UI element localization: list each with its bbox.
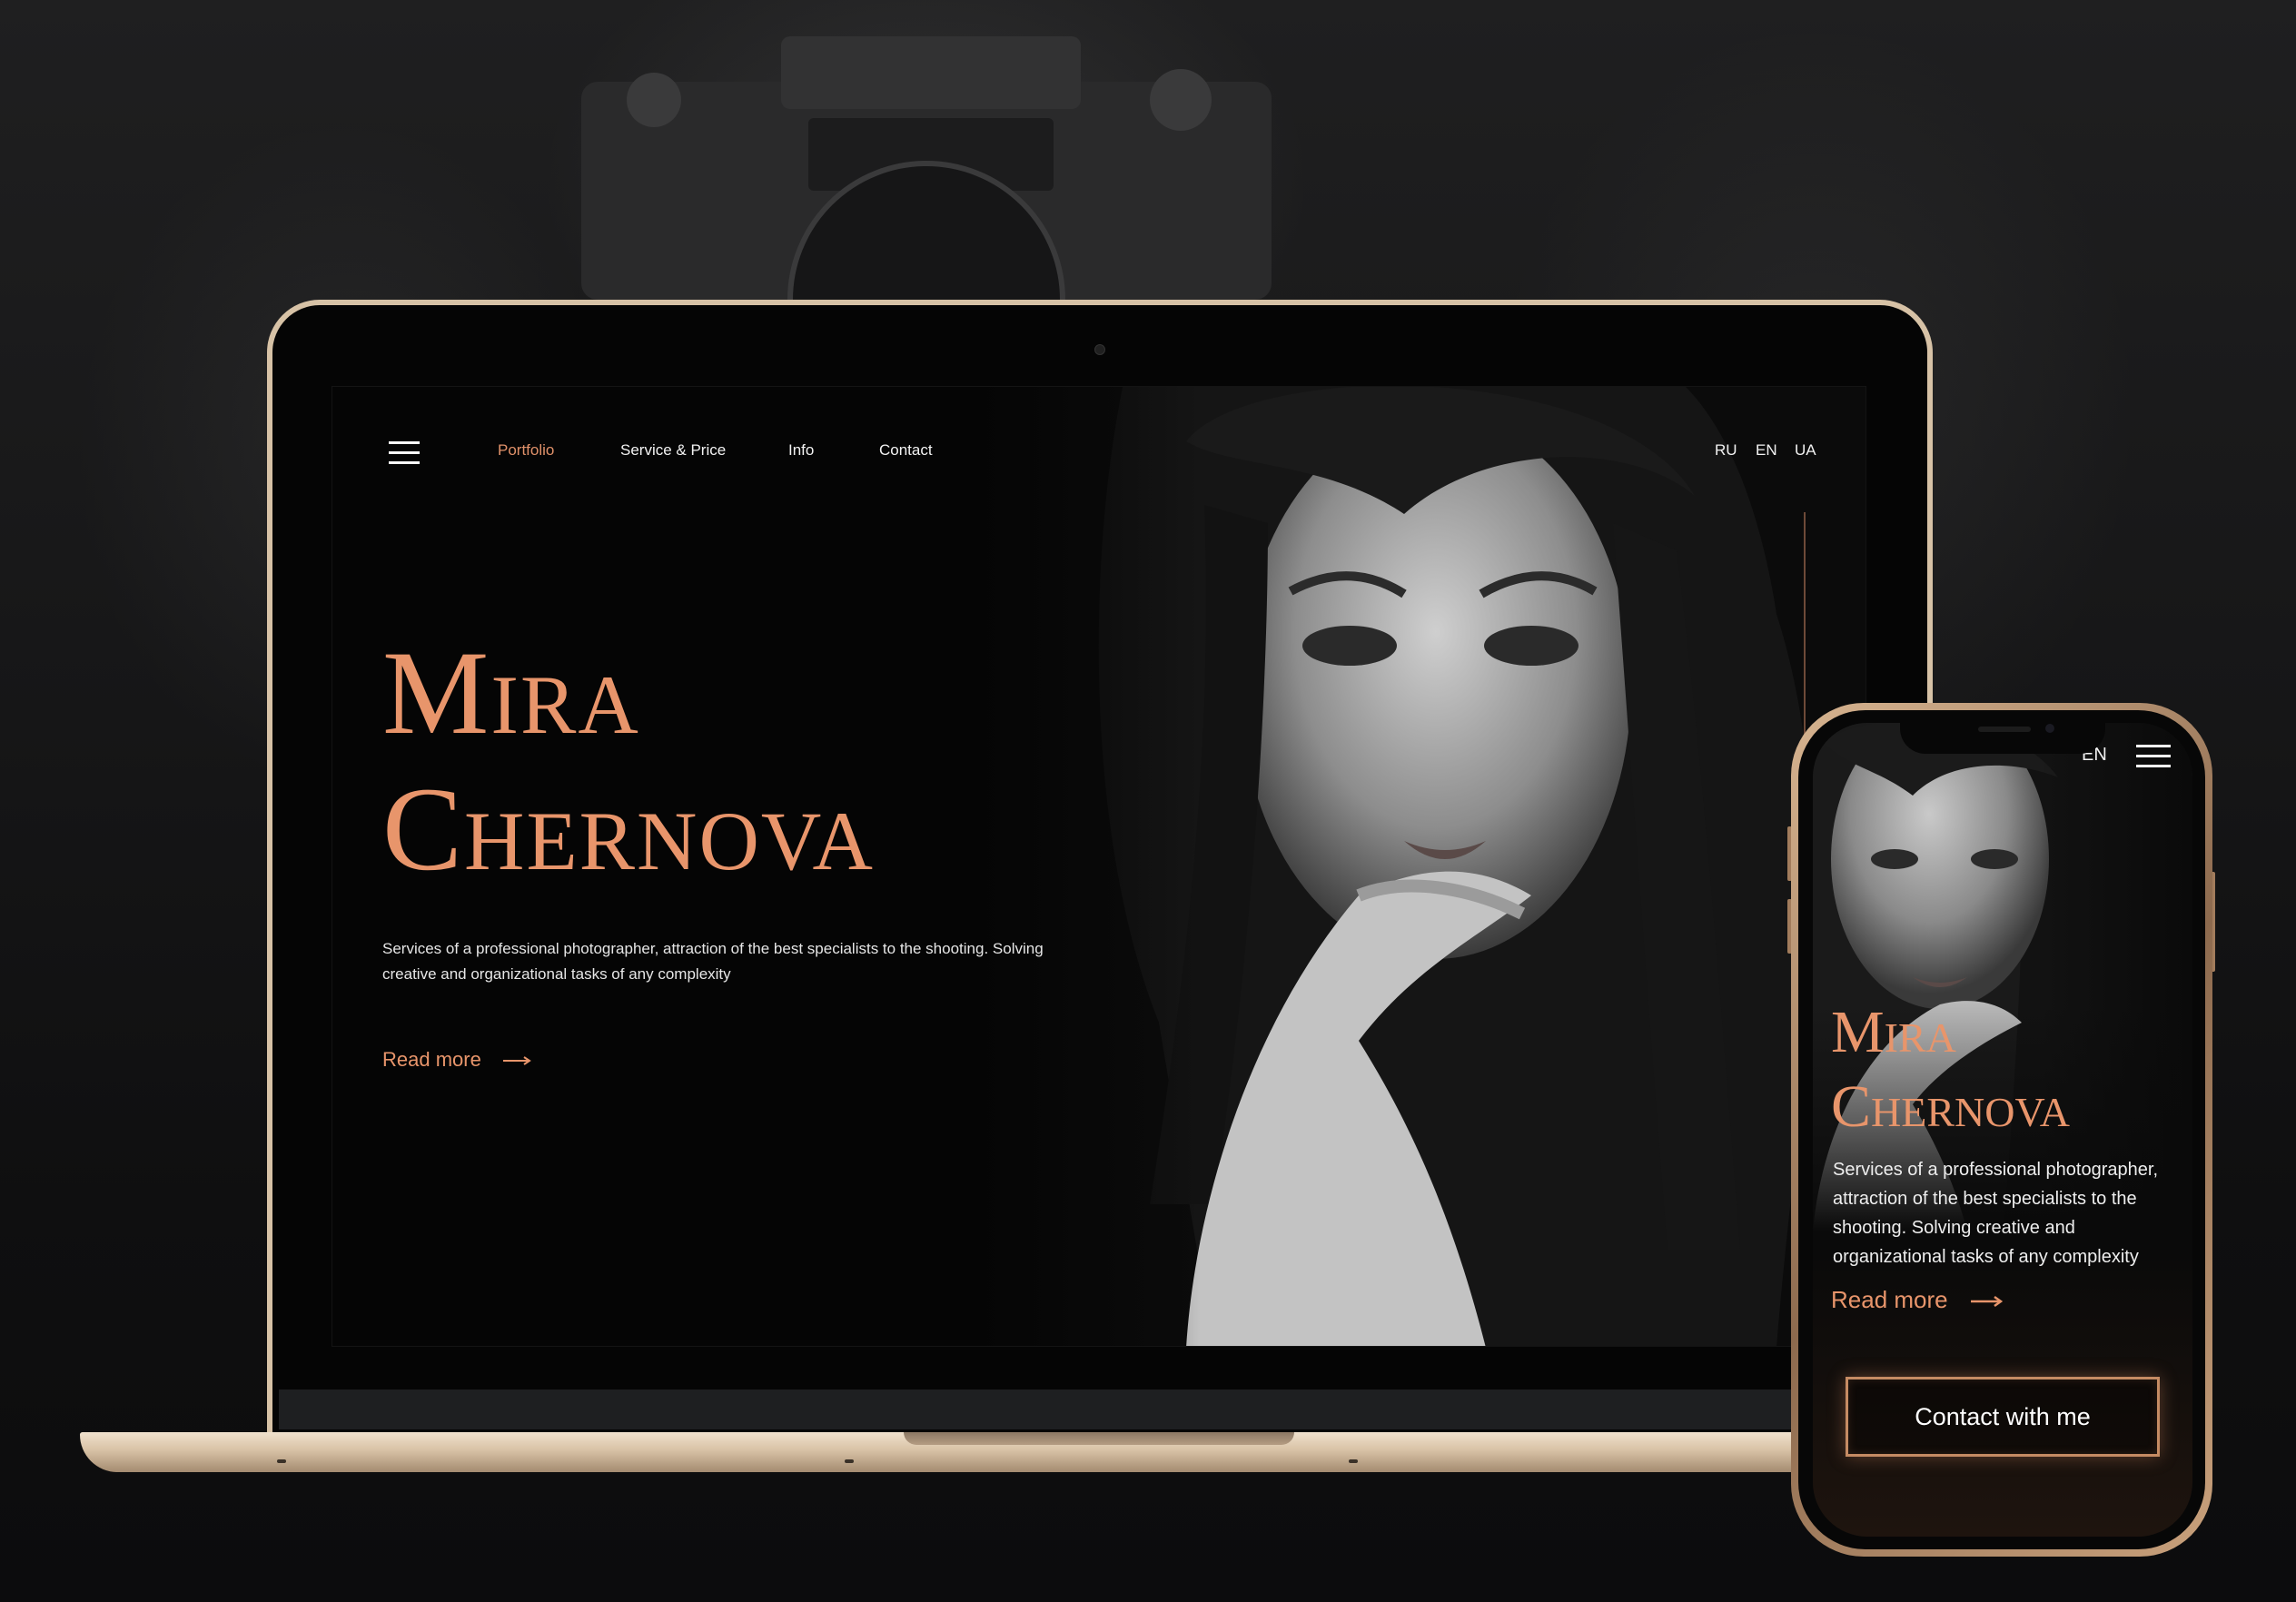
arrow-right-icon [1970,1296,2004,1308]
hero-title-line1: Mira [382,626,640,759]
contact-with-me-button[interactable]: Contact with me [1846,1377,2160,1457]
phone-notch [1900,717,2105,754]
mobile-read-more-link[interactable]: Read more [1831,1286,2004,1314]
nav-portfolio[interactable]: Portfolio [498,441,554,460]
mobile-read-more-label: Read more [1831,1286,1948,1313]
laptop-foot [845,1459,854,1463]
nav-service-price[interactable]: Service & Price [620,441,726,460]
hero-title: Mira Chernova [382,625,1127,897]
laptop-chin [279,1389,1921,1429]
nav-contact[interactable]: Contact [879,441,933,460]
lang-ru[interactable]: RU [1715,441,1737,460]
read-more-link[interactable]: Read more [382,1048,532,1072]
desktop-website: Portfolio Service & Price Info Contact R… [332,386,1866,1347]
mobile-website: EN Mira Chernova Services of a professio… [1813,723,2192,1537]
phone-speaker [1978,727,2031,732]
hamburger-menu-icon[interactable] [389,441,420,467]
mobile-hero-description: Services of a professional photographer,… [1833,1160,2158,1267]
laptop-opening-notch [904,1432,1294,1445]
mobile-hamburger-menu-icon[interactable] [2136,745,2171,772]
hero-title-line2: Chernova [382,762,875,895]
arrow-right-icon [502,1056,531,1066]
laptop-foot [1349,1459,1358,1463]
nav-info[interactable]: Info [788,441,814,460]
laptop-webcam [1094,344,1105,355]
mobile-hero-title-line2: Chernova [1831,1073,2070,1140]
camera-icon [581,36,1272,300]
mobile-hero-title: Mira Chernova [1831,995,2192,1144]
lang-ua[interactable]: UA [1795,441,1816,460]
phone-front-camera [2045,724,2054,733]
mobile-hero-title-line1: Mira [1831,999,1956,1065]
hero-description: Services of a professional photographer,… [382,940,1044,983]
laptop-foot [277,1459,286,1463]
read-more-label: Read more [382,1048,481,1071]
lang-en[interactable]: EN [1756,441,1777,460]
